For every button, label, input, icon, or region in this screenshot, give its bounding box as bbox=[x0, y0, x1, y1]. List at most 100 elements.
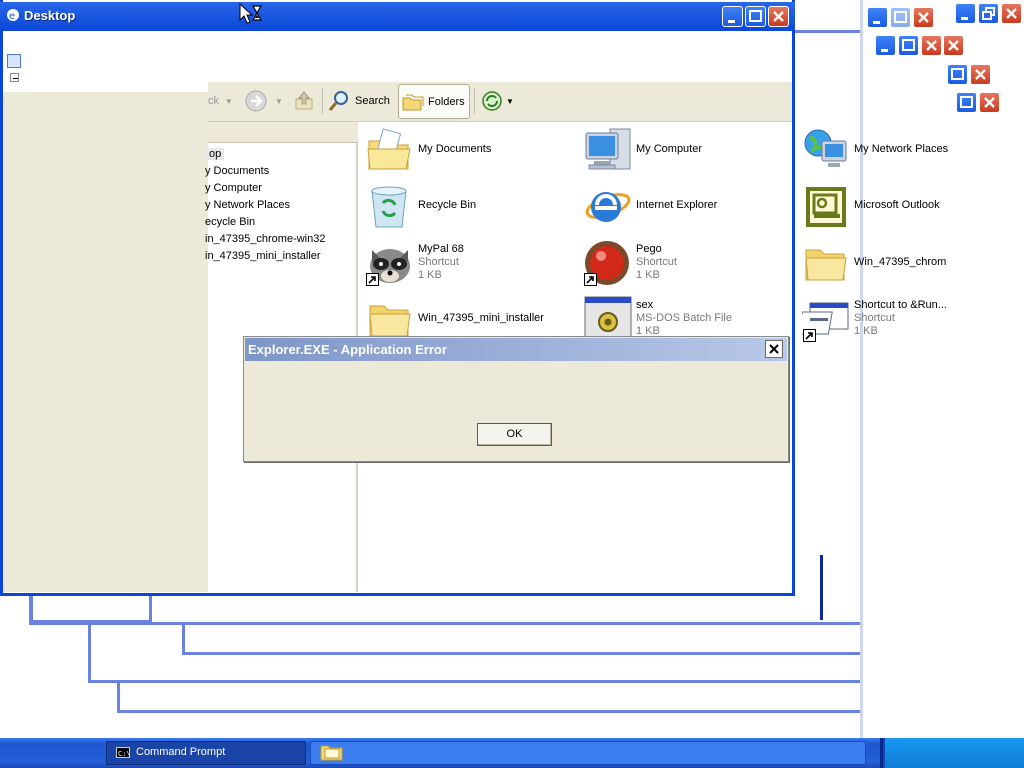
left-task-pane bbox=[3, 92, 208, 592]
bg4-maximize-button[interactable] bbox=[947, 64, 968, 85]
bg4-close-button[interactable] bbox=[970, 64, 991, 85]
shortcut-arrow-icon bbox=[366, 273, 379, 286]
file-item-run-shortcut[interactable]: Shortcut to &Run... Shortcut 1 KB bbox=[797, 296, 962, 346]
explorer-title-bar[interactable]: e Desktop bbox=[0, 2, 795, 31]
run-shortcut-label: Shortcut to &Run... bbox=[854, 299, 947, 311]
file-item-recycle-bin[interactable]: Recycle Bin bbox=[366, 183, 566, 231]
minimize-button[interactable] bbox=[722, 6, 743, 27]
back-button-label[interactable]: ck bbox=[208, 95, 219, 107]
mypal-type: Shortcut bbox=[418, 256, 459, 268]
bg1-close-button[interactable] bbox=[1001, 3, 1022, 24]
folder-icon bbox=[368, 298, 412, 336]
folder-tree-header bbox=[208, 122, 358, 143]
bg3-minimize-button[interactable] bbox=[875, 35, 896, 56]
mypal-size: 1 KB bbox=[418, 269, 442, 281]
tree-item-desktop[interactable]: op bbox=[206, 148, 225, 160]
taskbar-command-prompt-label: Command Prompt bbox=[136, 746, 226, 758]
bg2-minimize-button[interactable] bbox=[867, 7, 888, 28]
batch-file-icon bbox=[584, 296, 632, 336]
taskbar-tray bbox=[883, 738, 1024, 768]
shortcut-arrow-icon bbox=[803, 329, 816, 342]
background-divider bbox=[820, 555, 823, 620]
tree-root-icon bbox=[7, 54, 21, 68]
up-folder-icon[interactable] bbox=[293, 89, 315, 111]
busy-cursor-icon bbox=[239, 2, 263, 25]
search-button[interactable]: Search bbox=[355, 95, 390, 107]
recycle-bin-icon bbox=[366, 183, 412, 229]
taskbar-explorer-button[interactable] bbox=[310, 741, 866, 765]
my-network-places-label: My Network Places bbox=[854, 143, 949, 155]
window-app-icon: e bbox=[6, 8, 20, 22]
chrome-folder-label: Win_47395_chrom bbox=[854, 256, 947, 268]
folders-icon bbox=[402, 91, 424, 113]
recycle-bin-label: Recycle Bin bbox=[418, 199, 477, 211]
back-dropdown-icon[interactable]: ▼ bbox=[225, 97, 233, 106]
tree-item-my-computer[interactable]: y Computer bbox=[205, 182, 262, 194]
tree-item-my-network-places[interactable]: y Network Places bbox=[205, 199, 290, 211]
bg2-maximize-button[interactable] bbox=[890, 7, 911, 28]
run-shortcut-size: 1 KB bbox=[854, 325, 878, 337]
views-sync-icon[interactable] bbox=[481, 90, 505, 112]
microsoft-outlook-label: Microsoft Outlook bbox=[854, 199, 940, 211]
file-item-internet-explorer[interactable]: Internet Explorer bbox=[584, 183, 784, 231]
folders-label: Folders bbox=[428, 96, 465, 108]
svg-text:C:\: C:\ bbox=[118, 750, 130, 758]
run-shortcut-type: Shortcut bbox=[854, 312, 895, 324]
sex-type: MS-DOS Batch File bbox=[636, 312, 732, 324]
file-item-chrome-folder[interactable]: Win_47395_chrom bbox=[802, 240, 962, 288]
bg3-close-button[interactable] bbox=[921, 35, 942, 56]
file-item-pego[interactable]: Pego Shortcut 1 KB bbox=[584, 240, 784, 290]
file-item-my-network-places[interactable]: My Network Places bbox=[802, 127, 962, 175]
forward-dropdown-icon[interactable]: ▼ bbox=[275, 97, 283, 106]
bg2-close-button[interactable] bbox=[913, 7, 934, 28]
file-item-sex[interactable]: sex MS-DOS Batch File 1 KB bbox=[584, 296, 784, 336]
internet-explorer-label: Internet Explorer bbox=[636, 199, 718, 211]
mini-installer-label: Win_47395_mini_installer bbox=[418, 312, 544, 324]
ie-icon bbox=[584, 183, 632, 229]
file-item-my-documents[interactable]: My Documents bbox=[366, 127, 566, 175]
file-item-mypal[interactable]: MyPal 68 Shortcut 1 KB bbox=[366, 240, 566, 290]
bg3b-close-button[interactable] bbox=[943, 35, 964, 56]
cmd-icon: C:\ bbox=[116, 747, 131, 758]
bg5-close-button[interactable] bbox=[979, 92, 1000, 113]
taskbar-tray-divider bbox=[880, 738, 883, 768]
search-icon[interactable] bbox=[328, 89, 352, 113]
views-dropdown-icon[interactable]: ▼ bbox=[506, 97, 514, 106]
computer-icon bbox=[584, 127, 632, 173]
network-globe-icon bbox=[802, 127, 850, 173]
file-item-my-computer[interactable]: My Computer bbox=[584, 127, 784, 175]
ok-button-label: OK bbox=[506, 428, 523, 440]
file-item-mini-installer[interactable]: Win_47395_mini_installer bbox=[366, 296, 576, 336]
pego-type: Shortcut bbox=[636, 256, 677, 268]
tree-item-my-documents[interactable]: y Documents bbox=[205, 165, 269, 177]
toolbar-separator bbox=[322, 88, 323, 114]
pego-size: 1 KB bbox=[636, 269, 660, 281]
window-title: Desktop bbox=[24, 8, 76, 23]
shortcut-arrow-icon bbox=[584, 273, 597, 286]
tree-item-mini-installer[interactable]: in_47395_mini_installer bbox=[205, 250, 321, 262]
forward-arrow-icon[interactable] bbox=[245, 90, 267, 112]
bg3-maximize-button[interactable] bbox=[898, 35, 919, 56]
folder-documents-icon bbox=[366, 127, 412, 173]
tree-item-recycle-bin[interactable]: ecycle Bin bbox=[205, 216, 255, 228]
maximize-button[interactable] bbox=[745, 6, 766, 27]
bg1-restore-button[interactable] bbox=[978, 3, 999, 24]
mypal-label: MyPal 68 bbox=[418, 243, 464, 255]
error-dialog-close-button[interactable] bbox=[765, 340, 783, 358]
close-button[interactable] bbox=[768, 6, 789, 27]
my-documents-label: My Documents bbox=[418, 143, 492, 155]
folder-icon bbox=[804, 242, 848, 284]
bg5-maximize-button[interactable] bbox=[956, 92, 977, 113]
my-computer-label: My Computer bbox=[636, 143, 703, 155]
tree-collapse-icon[interactable] bbox=[10, 73, 19, 82]
svg-text:e: e bbox=[9, 11, 15, 22]
toolbar-separator-2 bbox=[474, 88, 475, 114]
file-item-microsoft-outlook[interactable]: Microsoft Outlook bbox=[802, 183, 962, 231]
bg1-minimize-button[interactable] bbox=[955, 3, 976, 24]
tree-item-chrome-win32[interactable]: in_47395_chrome-win32 bbox=[205, 233, 325, 245]
sex-label: sex bbox=[636, 299, 654, 311]
outlook-icon bbox=[805, 186, 847, 228]
pego-label: Pego bbox=[636, 243, 662, 255]
error-dialog-title: Explorer.EXE - Application Error bbox=[248, 342, 447, 357]
taskbar-folder-icon bbox=[320, 743, 344, 761]
